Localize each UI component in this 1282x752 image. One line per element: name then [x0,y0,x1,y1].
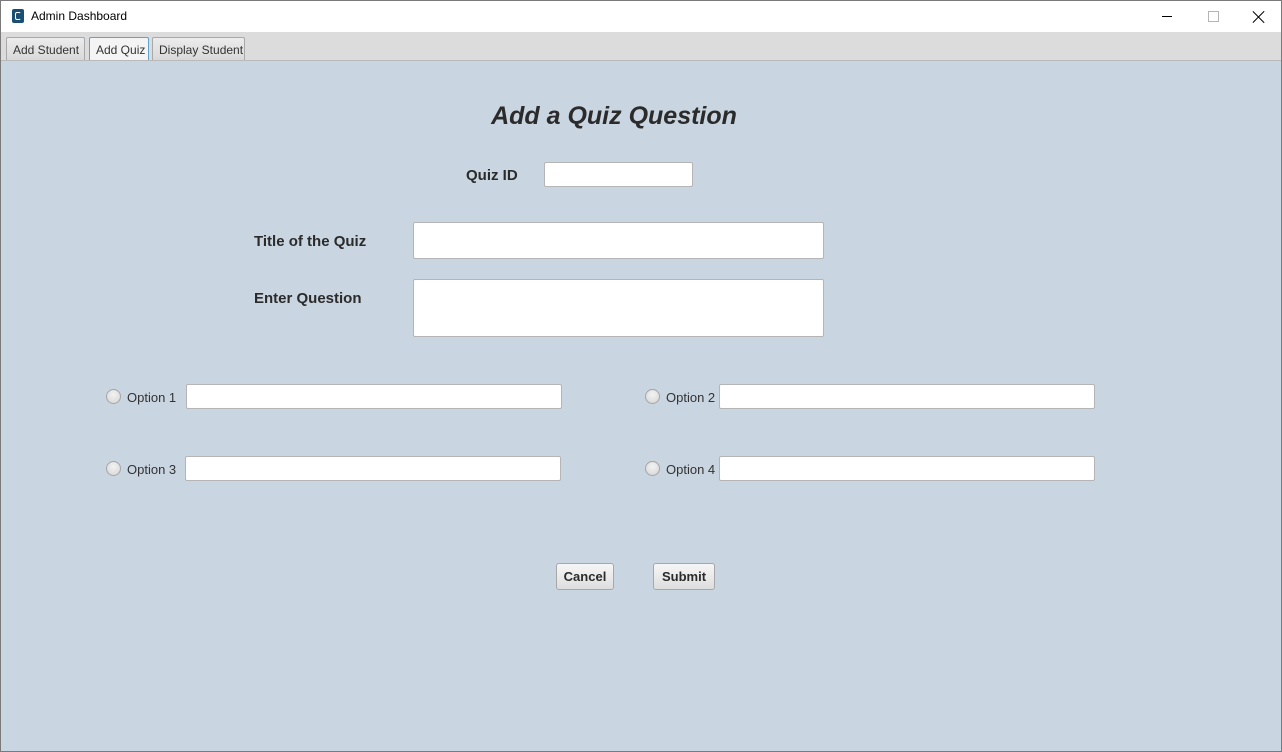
submit-button[interactable]: Submit [653,563,715,590]
minimize-icon [1162,16,1172,17]
option-4-radio[interactable] [645,461,660,476]
close-button[interactable] [1236,1,1281,32]
option-4-input[interactable] [719,456,1095,481]
app-icon [12,9,24,23]
page-title: Add a Quiz Question [491,102,737,130]
option-1-radio[interactable] [106,389,121,404]
option-2-radio[interactable] [645,389,660,404]
option-4-label: Option 4 [666,462,716,477]
option-3-input[interactable] [185,456,561,481]
option-1-input[interactable] [186,384,562,409]
option-2-input[interactable] [719,384,1095,409]
option-1-label: Option 1 [127,390,177,405]
tab-add-student[interactable]: Add Student [6,37,85,60]
maximize-icon [1207,11,1219,22]
option-2-label: Option 2 [666,390,716,405]
admin-dashboard-window: Admin Dashboard Add Student Add Quiz Dis… [0,0,1282,752]
title-bar: Admin Dashboard [1,1,1281,32]
window-title: Admin Dashboard [31,9,128,23]
tab-add-quiz[interactable]: Add Quiz [89,37,149,60]
option-3-label: Option 3 [127,462,177,477]
question-textarea[interactable] [413,279,824,337]
question-label: Enter Question [254,290,362,307]
option-3-radio[interactable] [106,461,121,476]
quiz-title-label: Title of the Quiz [254,233,367,250]
quiz-id-input[interactable] [544,162,693,187]
cancel-button[interactable]: Cancel [556,563,614,590]
tab-bar: Add Student Add Quiz Display Student [1,32,1281,61]
close-icon [1253,11,1265,23]
quiz-title-input[interactable] [413,222,824,259]
maximize-button[interactable] [1190,1,1236,32]
quiz-id-label: Quiz ID [466,167,518,184]
tab-display-student[interactable]: Display Student [152,37,245,60]
minimize-button[interactable] [1144,1,1190,32]
